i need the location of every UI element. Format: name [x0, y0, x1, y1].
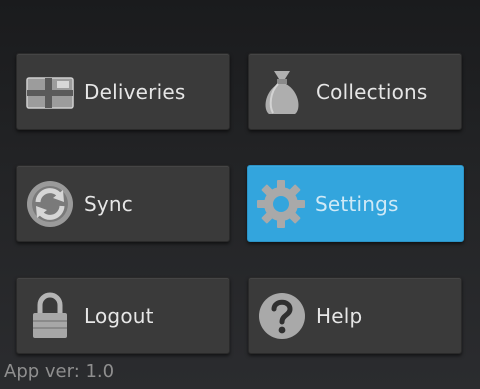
question-icon — [256, 290, 308, 342]
gear-icon — [255, 178, 307, 230]
deliveries-button[interactable]: Deliveries — [16, 53, 230, 130]
app-version-text: App ver: 1.0 — [4, 361, 115, 382]
home-screen: { "menu": { "deliveries": { "label": "De… — [0, 0, 480, 389]
help-label: Help — [316, 304, 363, 328]
logout-label: Logout — [84, 304, 154, 328]
collections-label: Collections — [316, 80, 428, 104]
collections-button[interactable]: Collections — [248, 53, 462, 130]
parcel-icon — [24, 66, 76, 118]
sack-icon — [256, 66, 308, 118]
settings-label: Settings — [315, 192, 399, 216]
sync-label: Sync — [84, 192, 134, 216]
sync-button[interactable]: Sync — [16, 165, 230, 242]
settings-button[interactable]: Settings — [247, 165, 464, 242]
deliveries-label: Deliveries — [84, 80, 186, 104]
help-button[interactable]: Help — [248, 277, 462, 354]
logout-button[interactable]: Logout — [16, 277, 230, 354]
padlock-icon — [24, 290, 76, 342]
sync-icon — [24, 178, 76, 230]
